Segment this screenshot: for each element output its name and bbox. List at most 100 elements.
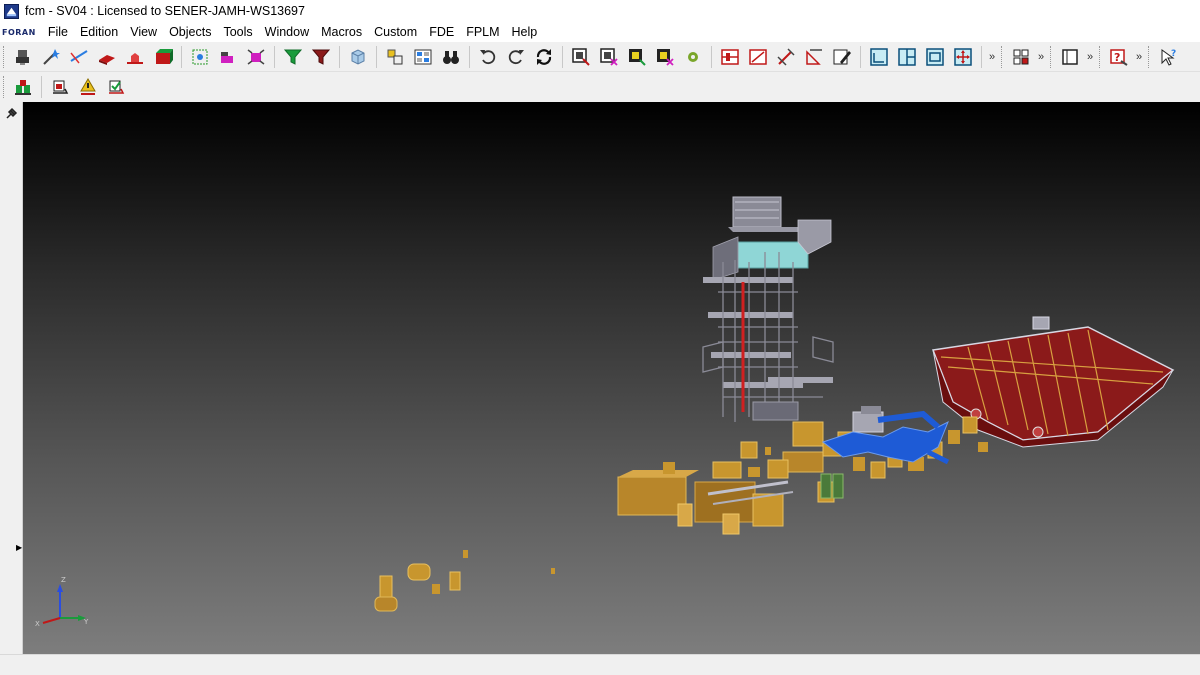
- assembly-button[interactable]: [382, 45, 408, 69]
- menu-file[interactable]: File: [42, 22, 74, 42]
- toolbar-separator: [469, 45, 470, 68]
- pick-tool-button[interactable]: [38, 45, 64, 69]
- settings-button[interactable]: [680, 45, 706, 69]
- wand-icon: [43, 48, 60, 65]
- section-button[interactable]: [717, 45, 743, 69]
- window-deselect-button[interactable]: [596, 45, 622, 69]
- toolbar-grip[interactable]: [3, 76, 6, 98]
- profile-tool-button[interactable]: [122, 45, 148, 69]
- equipment-check-icon: [109, 80, 125, 94]
- redo-icon: [508, 49, 524, 64]
- view-pan-icon: [954, 47, 972, 66]
- equipment-red-icon: [53, 80, 69, 94]
- app-icon: [4, 3, 19, 19]
- toolbar-grip[interactable]: [1001, 45, 1004, 68]
- svg-text:?: ?: [1114, 51, 1120, 64]
- view-pan-button[interactable]: [950, 45, 976, 69]
- dimension-button[interactable]: [801, 45, 827, 69]
- view-single-button[interactable]: [866, 45, 892, 69]
- filter-red-button[interactable]: [308, 45, 334, 69]
- layer-tool-button[interactable]: [215, 45, 241, 69]
- panel-toggle-button[interactable]: [1057, 45, 1083, 69]
- filter-green-button[interactable]: [280, 45, 306, 69]
- panel-icon: [1062, 48, 1078, 65]
- highlight-tool-button[interactable]: [243, 45, 269, 69]
- profile-icon: [127, 52, 143, 64]
- assembly-icon: [387, 49, 403, 64]
- highlight-deselect-button[interactable]: [652, 45, 678, 69]
- filter-icon: [283, 49, 303, 65]
- block-tool-button[interactable]: [150, 45, 176, 69]
- menu-fplm[interactable]: FPLM: [460, 22, 505, 42]
- menu-objects[interactable]: Objects: [163, 22, 217, 42]
- axis-x-label: X: [35, 620, 40, 628]
- help-pointer-button[interactable]: ?: [1155, 45, 1181, 69]
- annotate-icon: [833, 49, 851, 64]
- toolbar-grip[interactable]: [3, 45, 6, 68]
- superstructure-tower[interactable]: [702, 196, 834, 422]
- menu-window[interactable]: Window: [259, 22, 315, 42]
- refresh-icon: [536, 48, 552, 65]
- help-button[interactable]: ?: [1106, 45, 1132, 69]
- toolbar-separator: [181, 45, 182, 68]
- line-tool-button[interactable]: [66, 45, 92, 69]
- svg-text:?: ?: [1171, 49, 1176, 59]
- binoculars-icon: [443, 50, 459, 64]
- menu-tools[interactable]: Tools: [217, 22, 258, 42]
- view-frame-icon: [926, 47, 944, 66]
- menu-help[interactable]: Help: [506, 22, 544, 42]
- view-split-button[interactable]: [894, 45, 920, 69]
- refresh-button[interactable]: [531, 45, 557, 69]
- equipment-red-button[interactable]: [47, 75, 73, 99]
- view-single-icon: [870, 47, 888, 66]
- select-yellow-icon: [629, 48, 646, 66]
- expand-arrow-icon[interactable]: ▶: [16, 543, 22, 552]
- window-select-button[interactable]: [568, 45, 594, 69]
- toolbar-overflow-chevron[interactable]: »: [1084, 51, 1096, 63]
- annotate-button[interactable]: [829, 45, 855, 69]
- window-select-icon: [572, 47, 590, 66]
- measure-icon: [777, 47, 795, 66]
- toolbar-overflow-chevron[interactable]: »: [1133, 51, 1145, 63]
- redo-button[interactable]: [503, 45, 529, 69]
- toolbar-grip[interactable]: [1050, 45, 1053, 68]
- cube-view-button[interactable]: [345, 45, 371, 69]
- section-icon: [721, 48, 739, 65]
- menu-macros[interactable]: Macros: [315, 22, 368, 42]
- plate-tool-button[interactable]: [94, 45, 120, 69]
- menu-edition[interactable]: Edition: [74, 22, 124, 42]
- module-button[interactable]: [10, 75, 36, 99]
- toolbar-grip[interactable]: [1148, 45, 1151, 68]
- toolbar-overflow-chevron[interactable]: »: [986, 51, 998, 63]
- loose-fittings[interactable]: [374, 447, 771, 612]
- find-button[interactable]: [438, 45, 464, 69]
- secondary-toolbar: [0, 72, 1200, 102]
- highlight-icon: [247, 48, 265, 65]
- foran-logo: FORAN: [2, 27, 36, 37]
- pin-icon[interactable]: [4, 107, 18, 121]
- dimension-icon: [806, 48, 822, 65]
- toolbar-separator: [274, 45, 275, 68]
- blue-piping[interactable]: [821, 410, 950, 465]
- highlight-select-button[interactable]: [624, 45, 650, 69]
- menu-fde[interactable]: FDE: [423, 22, 460, 42]
- toolbar-overflow-chevron[interactable]: »: [1035, 51, 1047, 63]
- panel-grid-icon: [414, 49, 432, 64]
- select-tool-button[interactable]: [10, 45, 36, 69]
- measure-button[interactable]: [773, 45, 799, 69]
- menu-view[interactable]: View: [124, 22, 163, 42]
- axis-y-label: Y: [83, 618, 89, 626]
- grid-panel-button[interactable]: [410, 45, 436, 69]
- view-frame-button[interactable]: [922, 45, 948, 69]
- 3d-viewport[interactable]: Z Y X: [23, 102, 1200, 654]
- menu-custom[interactable]: Custom: [368, 22, 423, 42]
- gear-icon: [688, 51, 698, 62]
- clip-button[interactable]: [745, 45, 771, 69]
- undo-button[interactable]: [475, 45, 501, 69]
- equipment-yellow-button[interactable]: [75, 75, 101, 99]
- toolbar-grip[interactable]: [1099, 45, 1102, 68]
- grid-layout-button[interactable]: [1008, 45, 1034, 69]
- cloud-select-button[interactable]: [187, 45, 213, 69]
- grid-layout-icon: [1013, 49, 1029, 64]
- equipment-check-button[interactable]: [103, 75, 129, 99]
